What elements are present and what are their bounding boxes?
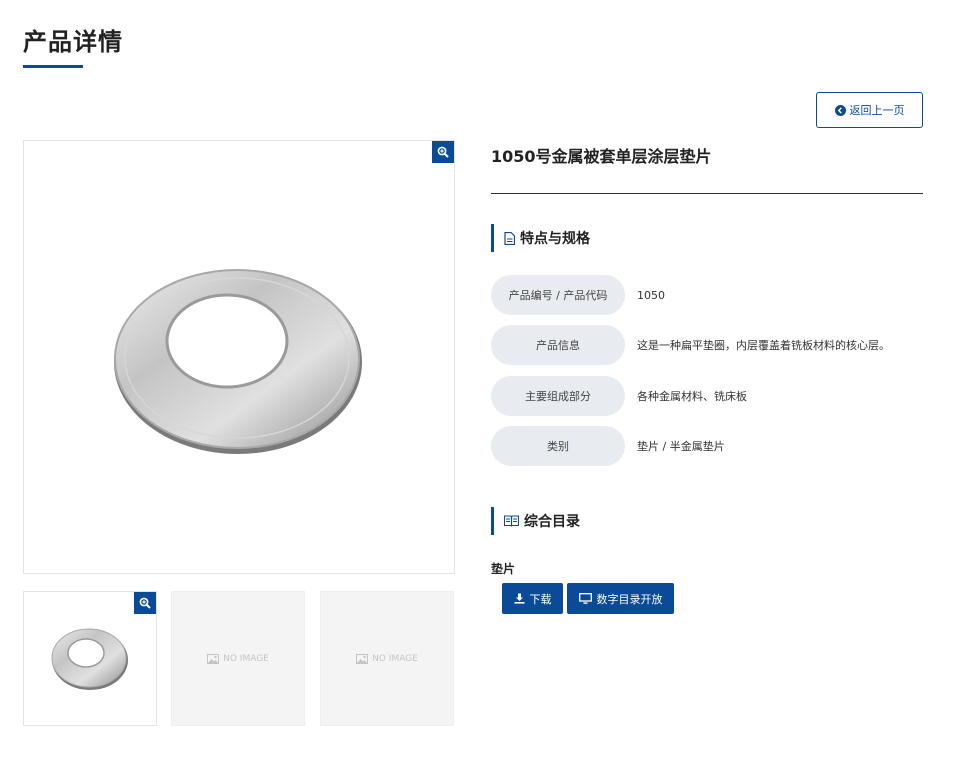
gasket-image [114, 269, 362, 454]
arrow-left-circle-icon [834, 104, 846, 116]
back-button[interactable]: 返回上一页 [816, 92, 923, 128]
spec-label-category: 类别 [491, 426, 625, 466]
zoom-in-button[interactable] [432, 141, 454, 163]
thumbnail-1[interactable] [23, 591, 157, 726]
spec-label-info: 产品信息 [491, 325, 625, 365]
thumbnail-zoom-button[interactable] [134, 592, 156, 614]
title-underline [23, 65, 83, 68]
page-title: 产品详情 [23, 28, 123, 56]
spec-value-info: 这是一种扁平垫圈，内层覆盖着铣板材料的核心层。 [637, 339, 890, 352]
back-button-label: 返回上一页 [849, 104, 905, 117]
spec-value-code: 1050 [637, 288, 665, 302]
specs-heading-label: 特点与规格 [520, 231, 590, 247]
download-button[interactable]: 下载 [502, 583, 563, 614]
document-icon [504, 231, 515, 245]
no-image-label: NO IMAGE [223, 653, 269, 664]
download-button-label: 下载 [529, 592, 552, 606]
download-icon [514, 593, 524, 604]
spec-value-category: 垫片 / 半金属垫片 [637, 440, 725, 453]
main-product-image[interactable] [23, 140, 455, 574]
zoom-in-icon [139, 597, 151, 609]
zoom-in-icon [437, 146, 449, 158]
image-icon [356, 653, 369, 664]
specs-heading: 特点与规格 [491, 224, 691, 252]
spec-label-code: 产品编号 / 产品代码 [491, 275, 625, 315]
thumbnail-3[interactable]: NO IMAGE [320, 591, 454, 726]
spec-label-components: 主要组成部分 [491, 376, 625, 416]
book-icon [504, 515, 519, 527]
no-image-label: NO IMAGE [372, 653, 418, 664]
open-digital-catalog-button[interactable]: 数字目录开放 [567, 583, 674, 614]
catalog-heading-label: 综合目录 [524, 514, 580, 530]
product-name: 1050号金属被套单层涂层垫片 [491, 147, 712, 166]
catalog-heading: 综合目录 [491, 507, 691, 535]
open-digital-catalog-label: 数字目录开放 [596, 592, 663, 606]
monitor-icon [578, 593, 592, 604]
divider [491, 193, 923, 194]
thumbnail-2[interactable]: NO IMAGE [171, 591, 305, 726]
catalog-item-name: 垫片 [491, 562, 516, 576]
spec-value-components: 各种金属材料、铣床板 [637, 390, 747, 403]
image-icon [207, 653, 220, 664]
